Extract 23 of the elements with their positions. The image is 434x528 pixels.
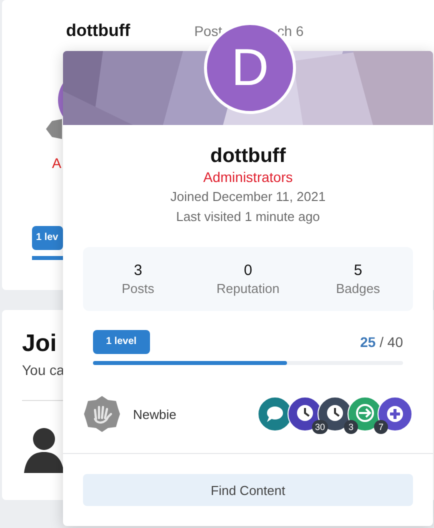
points-current: 25 bbox=[360, 334, 376, 350]
joined-date: Joined December 11, 2021 bbox=[170, 188, 326, 206]
find-content-button[interactable]: Find Content bbox=[83, 474, 413, 506]
author-name[interactable]: dottbuff bbox=[66, 21, 130, 41]
points-total: / 40 bbox=[380, 334, 403, 350]
level-button[interactable]: 1 lev bbox=[32, 226, 63, 250]
badge-count: 7 bbox=[374, 420, 388, 434]
rank-name: Newbie bbox=[133, 406, 178, 422]
stat-label: Badges bbox=[336, 281, 380, 296]
stat-value: 3 bbox=[134, 262, 142, 279]
user-name[interactable]: dottbuff bbox=[210, 144, 286, 168]
stat-label: Reputation bbox=[216, 281, 280, 296]
group-name: Administrators bbox=[203, 168, 293, 187]
section-text: You ca bbox=[22, 362, 64, 378]
stat-label: Posts bbox=[122, 281, 154, 296]
stat-value: 0 bbox=[244, 262, 252, 279]
stat-value: 5 bbox=[354, 262, 362, 279]
group-name: A bbox=[52, 155, 62, 171]
badge-count: 3 bbox=[344, 420, 358, 434]
badge-icon[interactable] bbox=[377, 396, 413, 432]
last-visited: Last visited 1 minute ago bbox=[176, 208, 320, 226]
section-title: Joi bbox=[22, 330, 57, 358]
level-button[interactable]: 1 level bbox=[93, 330, 150, 354]
